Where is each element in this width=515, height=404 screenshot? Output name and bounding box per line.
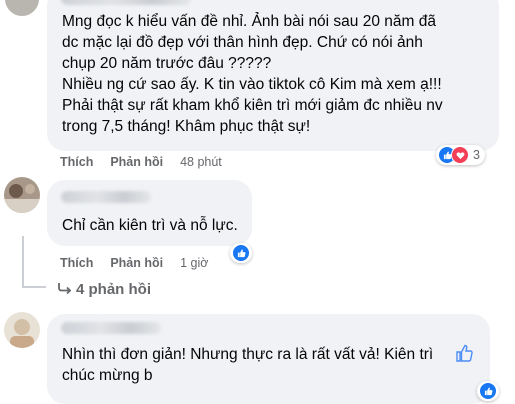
comment-actions: Thích Phản hồi 48 phút (60, 155, 222, 169)
comment-bubble: Chỉ cần kiên trì và nỗ lực. (47, 180, 252, 246)
like-reaction-button[interactable] (455, 344, 475, 367)
comment-text-line: Phải thật sự rất kham khổ kiên trì mới g… (62, 97, 443, 114)
comment-text-line: dc mặc lại đồ đẹp với thân hình đẹp. Chứ… (62, 34, 423, 51)
avatar[interactable] (4, 312, 40, 348)
comment-text-line: Mng đọc k hiểu vấn đề nhỉ. Ảnh bài nói s… (62, 13, 436, 30)
reply-arrow-icon (58, 281, 76, 298)
thumbs-up-icon (456, 344, 473, 362)
reply-link[interactable]: Phản hồi (110, 256, 163, 270)
comment-time[interactable]: 1 giờ (180, 256, 208, 270)
like-link[interactable]: Thích (60, 155, 93, 169)
avatar[interactable] (5, 0, 39, 16)
comment-text-line: Nhìn thì đơn giản! Nhưng thực ra là rất … (62, 346, 434, 363)
comment-text-line: chúc mừng b (62, 367, 153, 384)
commenter-name[interactable] (61, 191, 151, 203)
comment-text-line: Chỉ cần kiên trì và nỗ lực. (62, 217, 238, 234)
comment-bubble: Nhìn thì đơn giản! Nhưng thực ra là rất … (47, 314, 490, 404)
commenter-name[interactable] (61, 0, 191, 5)
avatar[interactable] (4, 177, 40, 213)
thread-line (22, 236, 24, 288)
view-replies-label: 4 phản hồi (76, 281, 151, 298)
comment-time[interactable]: 48 phút (180, 155, 222, 169)
view-replies-link[interactable]: 4 phản hồi (58, 281, 151, 298)
comment-text-line: chụp 20 năm trước đâu ????? (62, 55, 272, 72)
love-icon (451, 146, 469, 164)
reaction-count: 3 (473, 148, 480, 162)
thread-curve (22, 286, 46, 288)
reaction-summary[interactable] (230, 243, 252, 263)
reply-link[interactable]: Phản hồi (110, 155, 163, 169)
comment-text-line: Nhiều ng cứ sao ấy. K tin vào tiktok cô … (62, 76, 442, 93)
like-icon (479, 382, 497, 400)
comment-text-line: trong 7,5 tháng! Khâm phục thật sự! (62, 118, 311, 135)
commenter-name[interactable] (61, 322, 161, 334)
like-link[interactable]: Thích (60, 256, 93, 270)
comment-bubble: Mng đọc k hiểu vấn đề nhỉ. Ảnh bài nói s… (47, 0, 499, 151)
like-icon (232, 244, 250, 262)
comment-actions: Thích Phản hồi 1 giờ (60, 256, 208, 270)
reaction-summary[interactable]: 3 (436, 145, 485, 165)
reaction-summary[interactable] (477, 381, 499, 401)
